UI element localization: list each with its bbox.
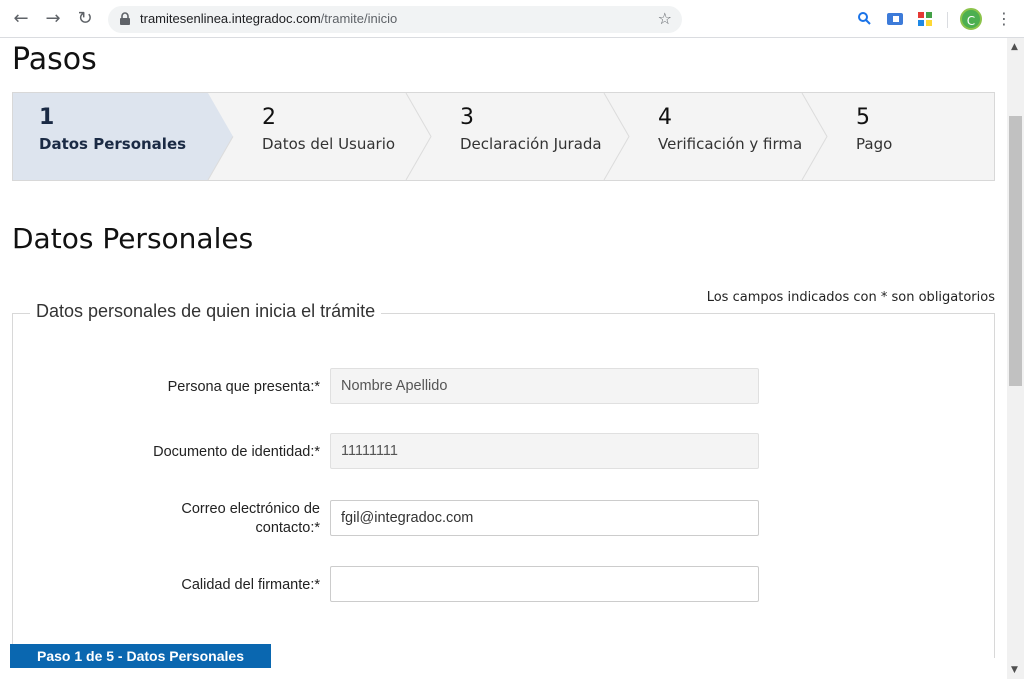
step-label: Pago (856, 135, 893, 153)
extension-icon[interactable] (886, 10, 904, 28)
step-number: 3 (460, 105, 474, 130)
presenter-input[interactable]: Nombre Apellido (330, 368, 759, 404)
required-fields-note: Los campos indicados con * son obligator… (706, 290, 995, 305)
bookmark-star-icon[interactable]: ☆ (658, 9, 672, 28)
profile-avatar[interactable]: C (960, 8, 982, 30)
toolbar-separator (947, 12, 948, 28)
personal-data-fieldset (12, 313, 995, 658)
page-scrollbar[interactable]: ▲ ▼ (1007, 38, 1024, 679)
step-verificacion-y-firma[interactable]: 4 Verificación y firma (658, 93, 838, 180)
colorful-extension-icon[interactable] (916, 10, 934, 28)
step-indicator-badge: Paso 1 de 5 - Datos Personales (10, 644, 271, 668)
scroll-down-arrow-icon[interactable]: ▼ (1011, 665, 1018, 675)
signer-quality-label: Calidad del firmante:* (181, 577, 320, 593)
step-datos-personales[interactable]: 1 Datos Personales (39, 93, 219, 180)
presenter-label: Persona que presenta:* (167, 379, 320, 395)
forward-arrow-icon[interactable]: → (42, 8, 64, 30)
more-menu-icon[interactable]: ⋮ (996, 9, 1012, 29)
id-document-label: Documento de identidad:* (153, 444, 320, 460)
scrollbar-thumb[interactable] (1009, 116, 1022, 386)
id-document-input[interactable]: 11111111 (330, 433, 759, 469)
signer-quality-input[interactable] (330, 566, 759, 602)
fieldset-legend: Datos personales de quien inicia el trám… (30, 301, 382, 322)
email-label: Correo electrónico de contacto:* (181, 501, 320, 536)
section-title: Datos Personales (12, 222, 254, 255)
step-number: 5 (856, 105, 870, 130)
reload-icon[interactable]: ↻ (74, 8, 96, 30)
page-title: Pasos (12, 42, 97, 77)
step-number: 4 (658, 105, 672, 130)
email-input[interactable]: fgil@integradoc.com (330, 500, 759, 536)
url-text: tramitesenlinea.integradoc.com/tramite/i… (140, 11, 398, 26)
search-extension-icon[interactable] (856, 10, 874, 28)
step-label: Datos Personales (39, 135, 187, 153)
step-label: Datos del Usuario (262, 135, 396, 153)
browser-toolbar: ← → ↻ tramitesenlinea.integradoc.com/tra… (0, 0, 1024, 38)
step-datos-del-usuario[interactable]: 2 Datos del Usuario (262, 93, 442, 180)
step-number: 1 (39, 105, 55, 130)
step-pago[interactable]: 5 Pago (856, 93, 976, 180)
address-bar[interactable]: tramitesenlinea.integradoc.com/tramite/i… (108, 6, 682, 33)
lock-icon (120, 12, 130, 25)
step-label: Verificación y firma (658, 135, 803, 153)
step-label: Declaración Jurada (460, 135, 602, 153)
back-arrow-icon[interactable]: ← (10, 8, 32, 30)
step-number: 2 (262, 105, 276, 130)
step-declaracion-jurada[interactable]: 3 Declaración Jurada (460, 93, 640, 180)
scroll-up-arrow-icon[interactable]: ▲ (1011, 42, 1018, 52)
steps-progress: 1 Datos Personales 2 Datos del Usuario 3… (12, 92, 995, 181)
